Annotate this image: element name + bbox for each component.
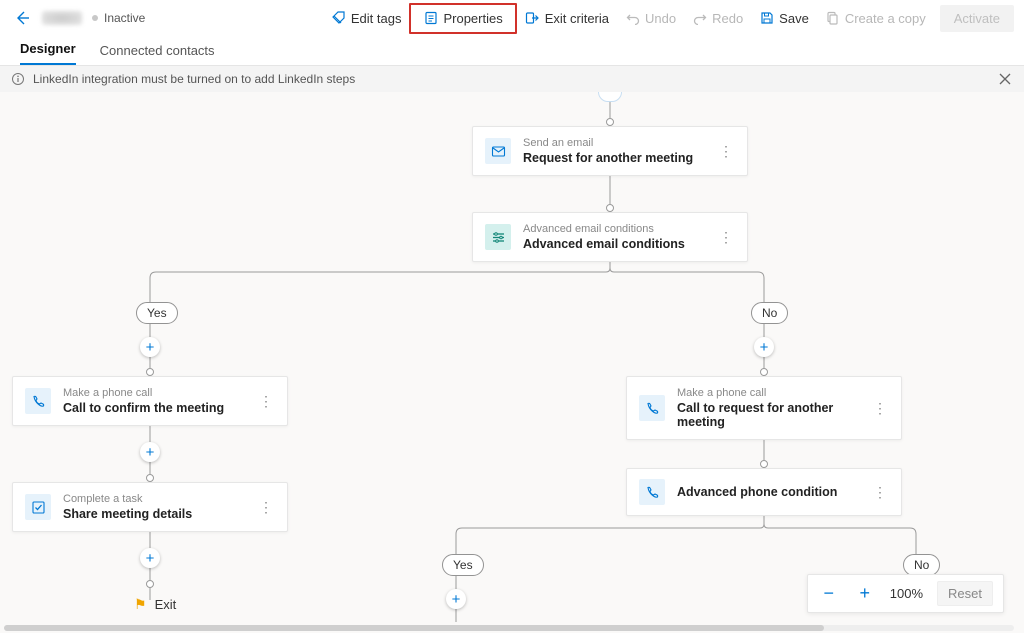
- node-more-button[interactable]: ⋮: [257, 394, 275, 408]
- zoom-panel: − + 100% Reset: [807, 574, 1004, 613]
- edit-tags-label: Edit tags: [351, 11, 402, 26]
- properties-label: Properties: [443, 11, 502, 26]
- node-type-label: Make a phone call: [677, 387, 871, 399]
- node-more-button[interactable]: ⋮: [871, 401, 889, 415]
- connector-dot: [760, 368, 768, 376]
- connector-dot: [146, 580, 154, 588]
- sequence-title: [42, 11, 82, 25]
- create-copy-button[interactable]: Create a copy: [817, 7, 934, 30]
- flag-icon: ⚑: [134, 596, 147, 613]
- node-title: Call to confirm the meeting: [63, 401, 257, 415]
- task-icon: [25, 494, 51, 520]
- node-title: Request for another meeting: [523, 151, 717, 165]
- copy-icon: [825, 11, 840, 26]
- undo-icon: [625, 11, 640, 26]
- add-step-button[interactable]: +: [140, 548, 160, 568]
- add-step-button[interactable]: +: [754, 337, 774, 357]
- save-button[interactable]: Save: [751, 7, 817, 30]
- phone-icon: [639, 395, 665, 421]
- status-indicator-icon: [92, 15, 98, 21]
- properties-highlight: Properties: [409, 3, 516, 34]
- info-message: LinkedIn integration must be turned on t…: [33, 72, 355, 86]
- node-send-email[interactable]: Send an email Request for another meetin…: [472, 126, 748, 176]
- node-type-label: Send an email: [523, 137, 717, 149]
- undo-label: Undo: [645, 11, 676, 26]
- tab-designer[interactable]: Designer: [20, 41, 76, 65]
- connector-dot: [146, 474, 154, 482]
- info-bar: LinkedIn integration must be turned on t…: [0, 66, 1024, 92]
- back-button[interactable]: [10, 6, 34, 30]
- node-call-confirm[interactable]: Make a phone call Call to confirm the me…: [12, 376, 288, 426]
- node-more-button[interactable]: ⋮: [871, 485, 889, 499]
- node-title: Advanced phone condition: [677, 485, 871, 499]
- branch-no-label: No: [903, 554, 940, 576]
- tag-icon: [331, 11, 346, 26]
- redo-icon: [692, 11, 707, 26]
- node-email-condition[interactable]: Advanced email conditions Advanced email…: [472, 212, 748, 262]
- node-type-label: Make a phone call: [63, 387, 257, 399]
- exit-criteria-label: Exit criteria: [545, 11, 609, 26]
- properties-button[interactable]: Properties: [415, 7, 510, 30]
- node-title: Share meeting details: [63, 507, 257, 521]
- email-icon: [485, 138, 511, 164]
- designer-canvas[interactable]: Send an email Request for another meetin…: [0, 92, 1024, 633]
- node-call-request[interactable]: Make a phone call Call to request for an…: [626, 376, 902, 440]
- activate-button[interactable]: Activate: [940, 5, 1014, 32]
- node-phone-condition[interactable]: Advanced phone condition ⋮: [626, 468, 902, 516]
- edit-tags-button[interactable]: Edit tags: [323, 7, 410, 30]
- branch-no-label: No: [751, 302, 788, 324]
- phone-condition-icon: [639, 479, 665, 505]
- exit-label: Exit: [155, 597, 177, 612]
- redo-label: Redo: [712, 11, 743, 26]
- node-type-label: Advanced email conditions: [523, 223, 717, 235]
- node-title: Call to request for another meeting: [677, 401, 871, 429]
- save-icon: [759, 11, 774, 26]
- status-text: Inactive: [104, 11, 145, 25]
- phone-icon: [25, 388, 51, 414]
- info-close-button[interactable]: [996, 70, 1014, 88]
- info-icon: [10, 72, 25, 87]
- undo-button[interactable]: Undo: [617, 7, 684, 30]
- node-task-share[interactable]: Complete a task Share meeting details ⋮: [12, 482, 288, 532]
- connector-dot: [606, 204, 614, 212]
- node-type-label: Complete a task: [63, 493, 257, 505]
- scrollbar-thumb[interactable]: [4, 625, 824, 631]
- activate-label: Activate: [954, 11, 1000, 26]
- branch-yes-label: Yes: [442, 554, 484, 576]
- add-step-button[interactable]: +: [140, 337, 160, 357]
- branch-yes-label: Yes: [136, 302, 178, 324]
- save-label: Save: [779, 11, 809, 26]
- zoom-reset-button[interactable]: Reset: [937, 581, 993, 606]
- tab-connected-contacts[interactable]: Connected contacts: [100, 43, 215, 65]
- create-copy-label: Create a copy: [845, 11, 926, 26]
- node-more-button[interactable]: ⋮: [717, 230, 735, 244]
- zoom-out-button[interactable]: −: [818, 583, 840, 605]
- zoom-in-button[interactable]: +: [854, 583, 876, 605]
- exit-criteria-icon: [525, 11, 540, 26]
- connector-dot: [606, 118, 614, 126]
- add-step-button[interactable]: +: [446, 589, 466, 609]
- add-step-button[interactable]: +: [140, 442, 160, 462]
- exit-criteria-button[interactable]: Exit criteria: [517, 7, 617, 30]
- condition-icon: [485, 224, 511, 250]
- connector-dot: [760, 460, 768, 468]
- exit-node[interactable]: ⚑ Exit: [134, 596, 176, 613]
- node-title: Advanced email conditions: [523, 237, 717, 251]
- properties-icon: [423, 11, 438, 26]
- node-more-button[interactable]: ⋮: [257, 500, 275, 514]
- redo-button[interactable]: Redo: [684, 7, 751, 30]
- connector-dot: [146, 368, 154, 376]
- zoom-value: 100%: [890, 586, 923, 601]
- entry-node: [598, 92, 622, 102]
- horizontal-scrollbar[interactable]: [4, 625, 1014, 631]
- node-more-button[interactable]: ⋮: [717, 144, 735, 158]
